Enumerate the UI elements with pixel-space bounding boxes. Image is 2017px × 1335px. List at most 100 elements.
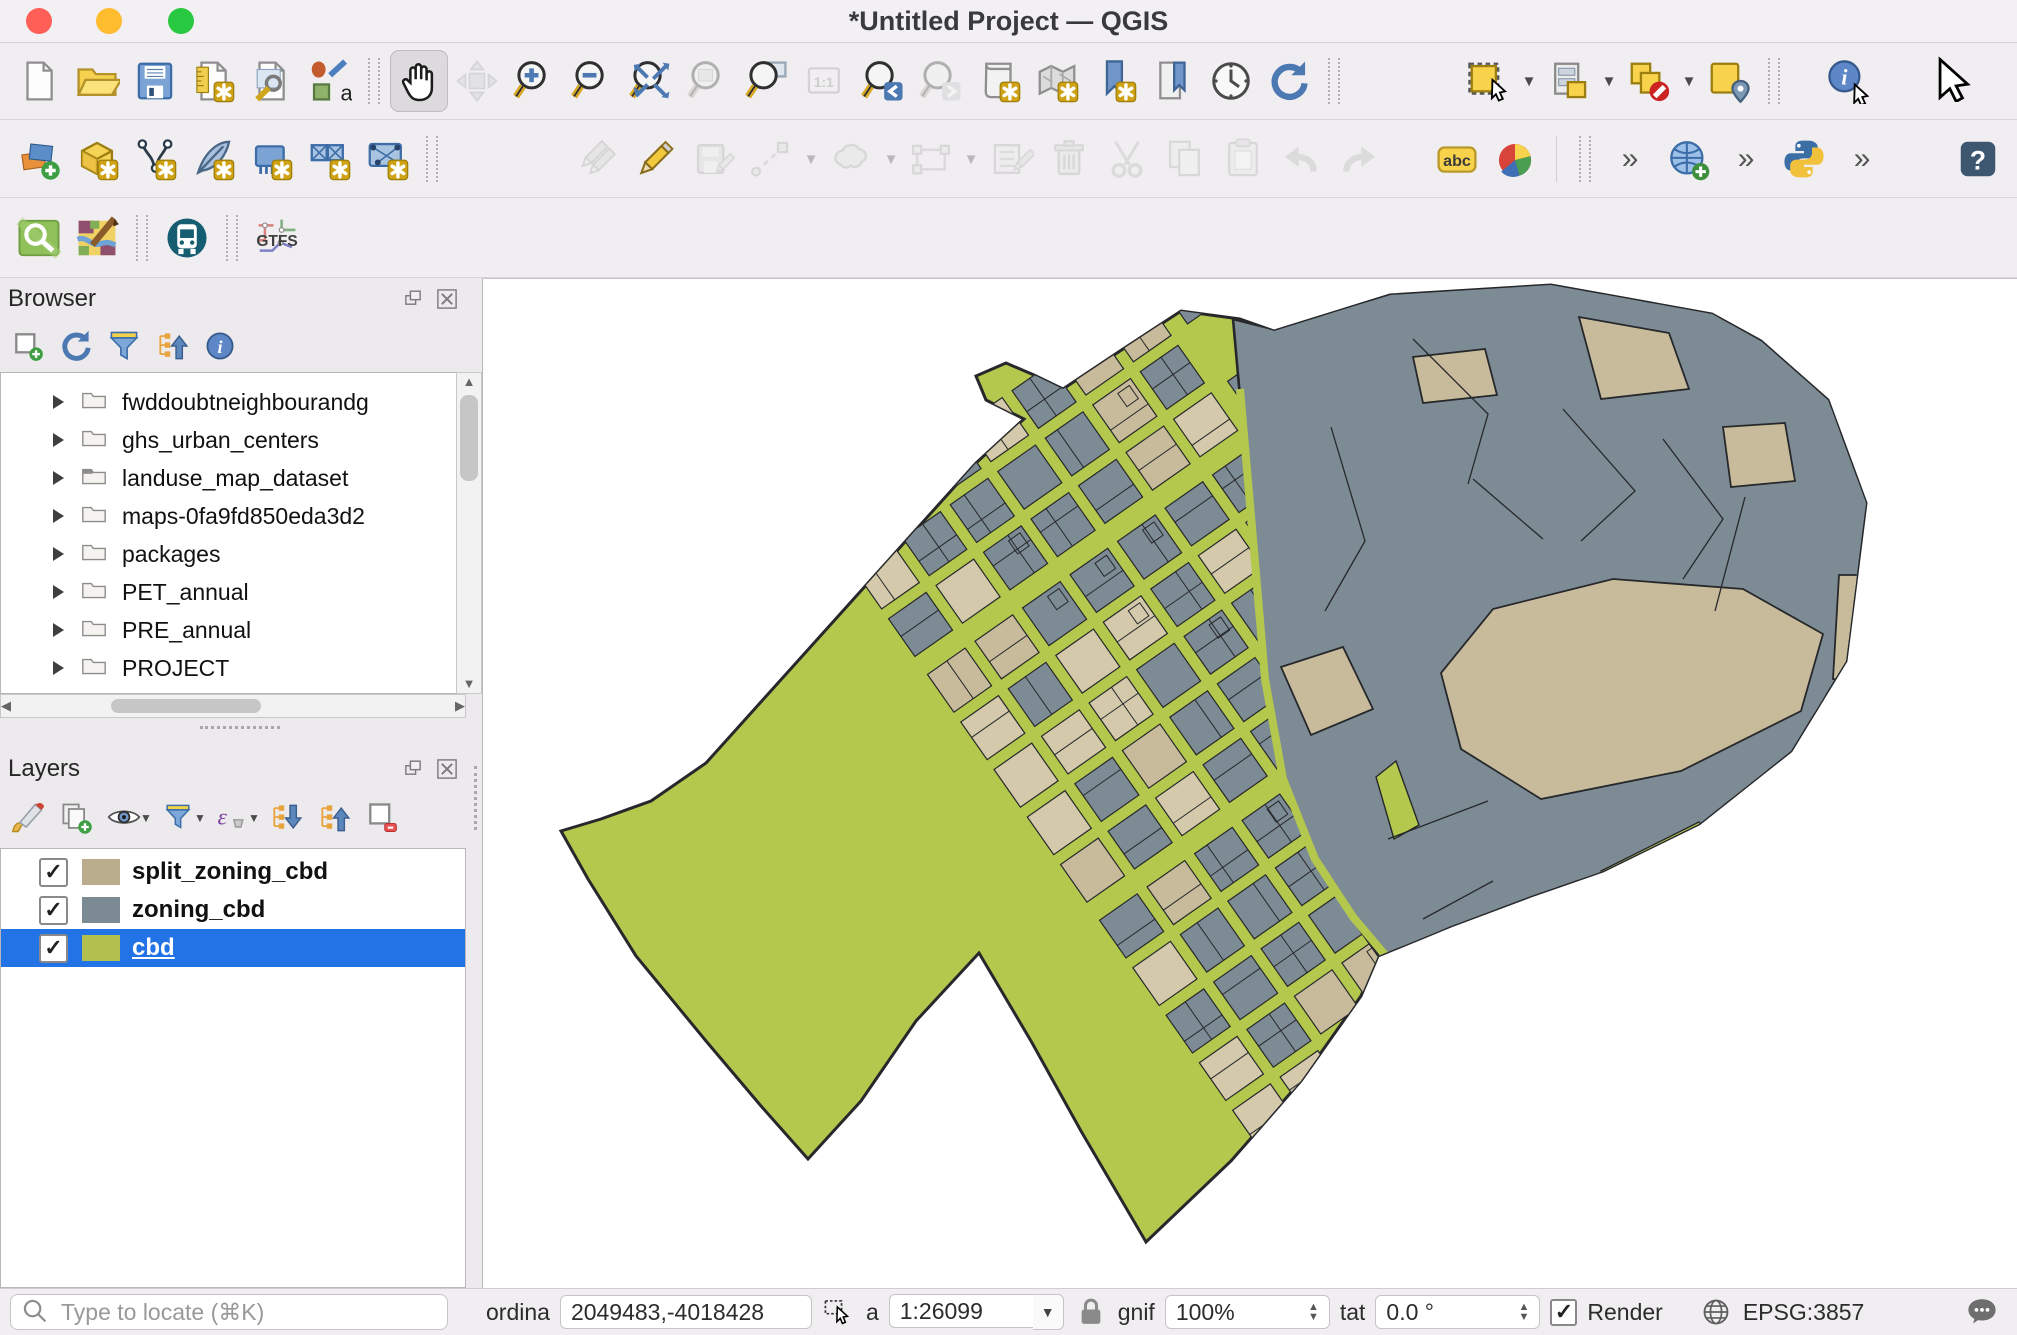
scale-value-box[interactable]: 1:26099: [889, 1294, 1039, 1328]
zoom-window-button[interactable]: [168, 8, 194, 34]
new-gpx-layer-button[interactable]: [358, 128, 416, 190]
zoom-to-selection-button[interactable]: [680, 50, 738, 112]
scale-combo[interactable]: 1:26099 ▼: [889, 1294, 1064, 1330]
select-features-dropdown-caret[interactable]: ▼: [1518, 50, 1540, 112]
toolbar-overflow-button[interactable]: »: [1833, 128, 1891, 190]
new-annotation-layer-button[interactable]: [184, 128, 242, 190]
help-button[interactable]: ?: [1949, 128, 2007, 190]
new-spatial-bookmark-button[interactable]: [1086, 50, 1144, 112]
paste-features-button[interactable]: [1214, 128, 1272, 190]
save-project-button[interactable]: [126, 50, 184, 112]
toolbar-overflow-button[interactable]: »: [1717, 128, 1775, 190]
map-canvas[interactable]: [482, 278, 2017, 1288]
layers-close-button[interactable]: [434, 756, 460, 782]
toolbar-grip-handle[interactable]: [226, 215, 238, 261]
info-circle-button[interactable]: i: [196, 323, 244, 369]
scroll-left-arrow-icon[interactable]: ◀: [1, 697, 11, 715]
zoom-in-button[interactable]: [506, 50, 564, 112]
expand-arrow-icon[interactable]: [53, 661, 64, 675]
browser-add-layer-button[interactable]: [4, 323, 52, 369]
expand-arrow-icon[interactable]: [53, 547, 64, 561]
select-features-button[interactable]: [1460, 50, 1518, 112]
layer-visibility-checkbox[interactable]: ✓: [39, 858, 68, 887]
select-features-by-value-dropdown-caret[interactable]: ▼: [1598, 50, 1620, 112]
browser-tree-item[interactable]: fwddoubtneighbourandg: [1, 383, 465, 421]
layer-row-split_zoning_cbd[interactable]: ✓split_zoning_cbd: [1, 853, 465, 891]
digitize-with-segment-button[interactable]: [742, 128, 800, 190]
browser-vertical-scrollbar[interactable]: ▲ ▼: [456, 372, 482, 694]
browser-float-button[interactable]: [400, 286, 426, 312]
browser-close-button[interactable]: [434, 286, 460, 312]
browser-tree-item[interactable]: landuse_map_dataset: [1, 459, 465, 497]
collapse-tree-button[interactable]: [148, 323, 196, 369]
browser-hscroll-thumb[interactable]: [111, 699, 261, 713]
new-shapefile-layer-button[interactable]: [126, 128, 184, 190]
layer-diagram-button[interactable]: [1486, 128, 1544, 190]
new-mesh-layer-button[interactable]: [300, 128, 358, 190]
expand-arrow-icon[interactable]: [53, 395, 64, 409]
expand-tree-button[interactable]: [262, 795, 310, 841]
close-window-button[interactable]: [26, 8, 52, 34]
browser-vscroll-thumb[interactable]: [460, 395, 478, 481]
toolbar-grip-handle[interactable]: [1768, 58, 1780, 104]
zoom-native-button[interactable]: 1:1: [796, 50, 854, 112]
browser-tree-item[interactable]: PET_annual: [1, 573, 465, 611]
osm-place-search-button[interactable]: [10, 207, 68, 269]
toolbar-grip-handle[interactable]: [1579, 136, 1591, 182]
new-map-view-button[interactable]: [970, 50, 1028, 112]
filter-legend-dropdown-caret[interactable]: ▼: [194, 811, 208, 825]
rotation-spinbox[interactable]: 0.0 ° ▲▼: [1375, 1295, 1540, 1329]
scroll-up-arrow-icon[interactable]: ▲: [463, 373, 476, 391]
digitize-with-segment-dropdown-caret[interactable]: ▼: [800, 128, 822, 190]
expand-arrow-icon[interactable]: [53, 509, 64, 523]
pan-to-selection-button[interactable]: [448, 50, 506, 112]
extents-toggle-icon[interactable]: [822, 1295, 856, 1329]
browser-tree-item[interactable]: maps-0fa9fd850eda3d2: [1, 497, 465, 535]
current-edits-button[interactable]: [568, 128, 626, 190]
rotation-spin-arrows[interactable]: ▲▼: [1519, 1302, 1530, 1322]
open-layer-styling-button[interactable]: [4, 795, 52, 841]
save-layer-edits-button[interactable]: [684, 128, 742, 190]
expand-arrow-icon[interactable]: [53, 585, 64, 599]
new-project-button[interactable]: [10, 50, 68, 112]
layer-row-zoning_cbd[interactable]: ✓zoning_cbd: [1, 891, 465, 929]
layer-visibility-checkbox[interactable]: ✓: [39, 934, 68, 963]
cut-features-button[interactable]: [1098, 128, 1156, 190]
collapse-tree-button[interactable]: [310, 795, 358, 841]
new-3d-map-view-button[interactable]: [1028, 50, 1086, 112]
scale-dropdown-arrow[interactable]: ▼: [1033, 1294, 1064, 1330]
panel-splitter-handle[interactable]: [200, 726, 280, 737]
move-feature-button[interactable]: [822, 128, 880, 190]
modify-attributes-button[interactable]: [982, 128, 1040, 190]
filter-funnel-button[interactable]: [100, 323, 148, 369]
zoom-last-button[interactable]: [854, 50, 912, 112]
manage-map-themes-dropdown-caret[interactable]: ▼: [140, 811, 154, 825]
new-virtual-layer-button[interactable]: [242, 128, 300, 190]
deselect-features-dropdown-caret[interactable]: ▼: [1678, 50, 1700, 112]
toolbar-grip-handle[interactable]: [136, 215, 148, 261]
render-checkbox[interactable]: ✓: [1550, 1299, 1577, 1326]
browser-tree-item[interactable]: packages: [1, 535, 465, 573]
layers-float-button[interactable]: [400, 756, 426, 782]
magnifier-spinbox[interactable]: 100% ▲▼: [1165, 1295, 1330, 1329]
locator-search[interactable]: [10, 1294, 448, 1330]
expand-arrow-icon[interactable]: [53, 623, 64, 637]
python-console-button[interactable]: [1775, 128, 1833, 190]
temporal-controller-button[interactable]: [1202, 50, 1260, 112]
redo-button[interactable]: [1330, 128, 1388, 190]
select-features-by-value-button[interactable]: [1540, 50, 1598, 112]
locator-input[interactable]: [59, 1298, 439, 1327]
zoom-next-button[interactable]: [912, 50, 970, 112]
layer-visibility-checkbox[interactable]: ✓: [39, 896, 68, 925]
vertex-tool-button[interactable]: [902, 128, 960, 190]
coordinate-box[interactable]: 2049483,-4018428: [560, 1295, 812, 1329]
expand-arrow-icon[interactable]: [53, 433, 64, 447]
new-print-layout-button[interactable]: [184, 50, 242, 112]
pan-map-button[interactable]: [390, 50, 448, 112]
gtfs-loader-button[interactable]: GTFS: [248, 207, 306, 269]
vertex-tool-dropdown-caret[interactable]: ▼: [960, 128, 982, 190]
browser-tree-item[interactable]: ghs_urban_centers: [1, 421, 465, 459]
quickmapservices-button[interactable]: [68, 207, 126, 269]
messages-bubble-icon[interactable]: [1965, 1295, 1999, 1329]
browser-tree-item[interactable]: PRE_annual: [1, 611, 465, 649]
